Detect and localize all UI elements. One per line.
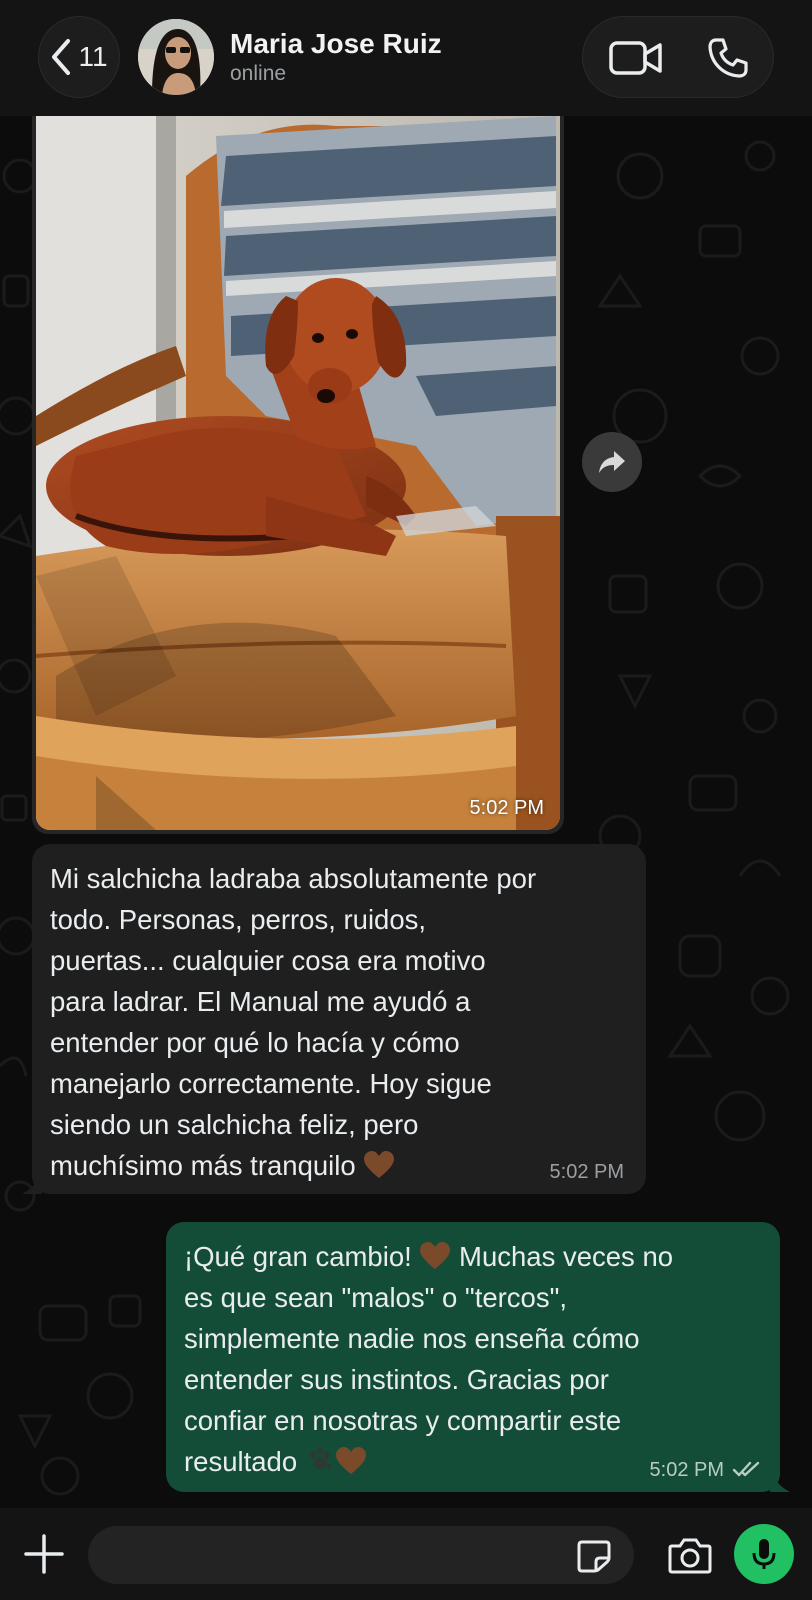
message-time: 5:02 PM <box>649 1459 724 1481</box>
plus-icon[interactable] <box>22 1532 66 1576</box>
call-actions <box>582 16 774 98</box>
contact-status: online <box>230 62 287 85</box>
paw-prints-icon <box>309 1447 331 1470</box>
image-message[interactable]: 5:02 PM <box>32 116 564 834</box>
message-time: 5:02 PM <box>469 797 544 819</box>
forward-icon <box>599 451 625 473</box>
camera-icon[interactable] <box>668 1536 712 1574</box>
sticker-icon[interactable] <box>576 1538 612 1574</box>
brown-heart-icon <box>335 1447 366 1474</box>
forward-button[interactable] <box>582 432 642 492</box>
message-text: ¡Qué gran cambio! Muchas veces no es que… <box>184 1241 674 1477</box>
video-call-icon[interactable] <box>609 39 663 77</box>
incoming-message[interactable]: Mi salchicha ladraba absolutamente por t… <box>22 844 646 1194</box>
phone-icon[interactable] <box>707 37 749 79</box>
outgoing-message[interactable]: ¡Qué gran cambio! Muchas veces no es que… <box>166 1222 790 1492</box>
microphone-icon <box>752 1539 776 1569</box>
double-check-icon <box>732 1461 760 1477</box>
chat-area[interactable]: 5:02 PM Mi salchicha ladraba absolutamen… <box>0 116 812 1508</box>
composer-bar <box>0 1508 812 1600</box>
dog-photo[interactable]: 5:02 PM <box>36 116 560 830</box>
contact-name[interactable]: Maria Jose Ruiz <box>230 28 442 60</box>
message-time: 5:02 PM <box>549 1161 624 1183</box>
brown-heart-icon <box>420 1242 451 1269</box>
brown-heart-icon <box>364 1151 395 1178</box>
chevron-left-icon <box>52 39 71 75</box>
message-text: Mi salchicha ladraba absolutamente por t… <box>50 863 537 1181</box>
chat-header: 11 Maria Jose Ruiz online <box>0 0 812 116</box>
microphone-button[interactable] <box>734 1524 794 1584</box>
avatar[interactable] <box>138 19 214 95</box>
message-input[interactable] <box>88 1526 634 1584</box>
bubble-tail <box>770 1472 790 1492</box>
bubble-tail <box>22 1174 42 1194</box>
unread-count: 11 <box>78 41 108 72</box>
back-button[interactable]: 11 <box>38 16 120 98</box>
